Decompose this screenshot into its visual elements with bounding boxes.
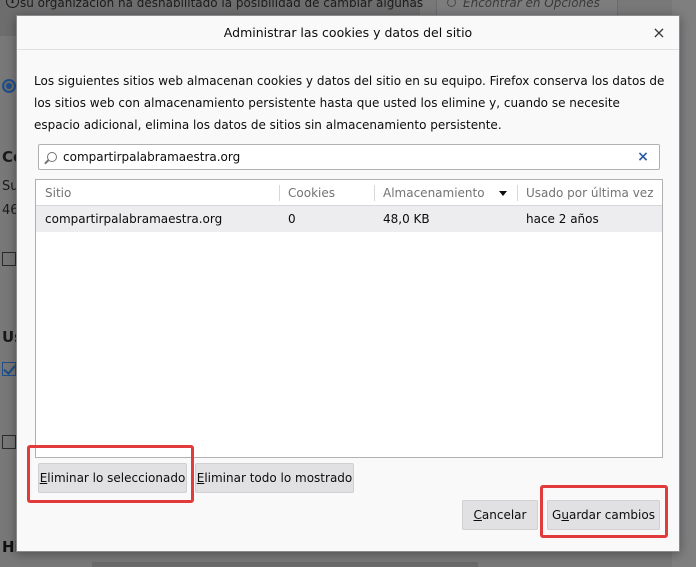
- search-icon: [47, 152, 57, 162]
- table-row[interactable]: compartirpalabramaestra.org 0 48,0 KB ha…: [36, 206, 662, 232]
- options-search: Encontrar en Opciones: [436, 0, 618, 16]
- column-header-cookies[interactable]: Cookies: [279, 180, 374, 206]
- dialog-description: Los siguientes sitios web almacenan cook…: [34, 74, 665, 132]
- dialog-header: Administrar las cookies y datos del siti…: [17, 16, 679, 50]
- column-header-last-used[interactable]: Usado por última vez: [517, 180, 662, 206]
- options-search-placeholder: Encontrar en Opciones: [463, 0, 600, 10]
- search-icon: [447, 0, 456, 7]
- dialog-title: Administrar las cookies y datos del siti…: [223, 25, 473, 40]
- site-filter-input[interactable]: [63, 147, 623, 167]
- cell-storage: 48,0 KB: [383, 212, 430, 226]
- save-changes-button[interactable]: Guardar cambios: [547, 500, 660, 530]
- site-filter[interactable]: ×: [38, 144, 660, 170]
- background-checkbox: [2, 435, 16, 449]
- info-icon: i: [6, 0, 19, 8]
- manage-cookies-dialog: Administrar las cookies y datos del siti…: [16, 15, 680, 552]
- background-radio: [2, 79, 16, 93]
- close-icon[interactable]: ×: [649, 23, 669, 43]
- background-checkbox-checked: [2, 362, 16, 376]
- sort-descending-icon: [499, 191, 507, 196]
- table-header: Sitio Cookies Almacenamiento Usado por ú…: [36, 180, 662, 206]
- remove-selected-button[interactable]: Eliminar lo seleccionado: [38, 463, 187, 493]
- policy-banner-text: su organización ha deshabilitado la posi…: [20, 0, 424, 10]
- background-checkbox: [2, 252, 16, 266]
- cell-cookies: 0: [288, 212, 296, 226]
- column-header-storage-label: Almacenamiento: [383, 186, 485, 200]
- sites-table[interactable]: Sitio Cookies Almacenamiento Usado por ú…: [35, 179, 663, 458]
- cancel-button[interactable]: Cancelar: [462, 500, 538, 530]
- bg-bottom-bar: [92, 562, 478, 567]
- column-header-site[interactable]: Sitio: [36, 180, 279, 206]
- cell-last-used: hace 2 años: [526, 212, 599, 226]
- cell-site: compartirpalabramaestra.org: [45, 212, 223, 226]
- clear-filter-icon[interactable]: ×: [635, 148, 651, 166]
- remove-all-shown-button[interactable]: Eliminar todo lo mostrado: [195, 463, 354, 493]
- column-header-storage[interactable]: Almacenamiento: [374, 180, 517, 206]
